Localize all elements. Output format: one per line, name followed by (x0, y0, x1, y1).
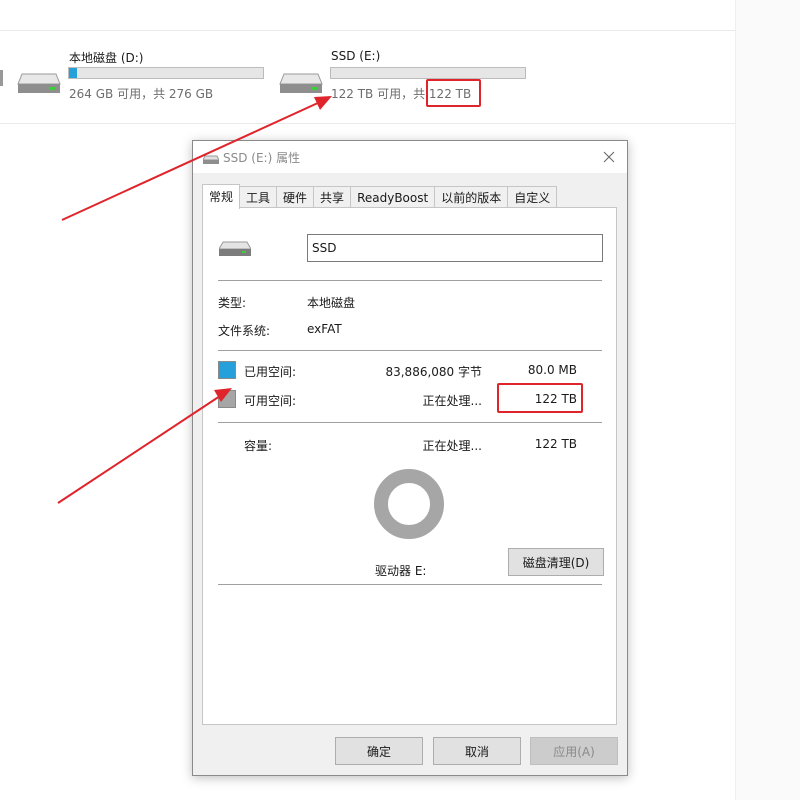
drive-label-input[interactable] (307, 234, 603, 262)
drive-name: 本地磁盘 (D:) (69, 51, 144, 65)
separator (218, 350, 602, 351)
usage-donut-chart (373, 468, 445, 543)
tab-readyboost[interactable]: ReadyBoost (350, 186, 436, 208)
free-space-text: 264 GB 可用，共 276 GB (69, 87, 214, 101)
filesystem-label: 文件系统: (218, 324, 271, 338)
disk-cleanup-button[interactable]: 磁盘清理(D) (508, 548, 604, 576)
window-edge (735, 0, 800, 800)
used-space-bytes: 83,886,080 字节 (385, 365, 482, 379)
separator (218, 280, 602, 281)
type-label: 类型: (218, 296, 247, 310)
free-space-label: 可用空间: (244, 394, 297, 408)
tab-tools[interactable]: 工具 (239, 186, 278, 208)
close-button[interactable] (597, 145, 621, 169)
separator (218, 422, 602, 423)
dialog-title: SSD (E:) 属性 (223, 151, 301, 165)
used-space-label: 已用空间: (244, 365, 297, 379)
type-value: 本地磁盘 (307, 296, 356, 310)
ok-button[interactable]: 确定 (335, 737, 423, 765)
drive-tile-d[interactable]: 本地磁盘 (D:) 264 GB 可用，共 276 GB (16, 48, 276, 104)
drive-tile-e[interactable]: SSD (E:) 122 TB 可用，共 122 TB (278, 48, 538, 104)
tab-strip: 常规 工具 硬件 共享 ReadyBoost 以前的版本 自定义 (202, 184, 558, 209)
filesystem-value: exFAT (307, 322, 342, 336)
used-space-size: 80.0 MB (527, 363, 577, 377)
close-icon (603, 151, 615, 163)
free-space-swatch (218, 390, 236, 408)
drive-icon (202, 151, 220, 170)
capacity-bytes: 正在处理... (422, 439, 482, 453)
capacity-size: 122 TB (534, 437, 577, 451)
capacity-label: 容量: (244, 439, 273, 453)
drive-large-icon (218, 240, 252, 261)
highlight-free-space (497, 383, 583, 413)
free-space-prefix: 122 TB 可用，共 (331, 87, 426, 101)
drive-caption: 驱动器 E: (375, 564, 427, 578)
capacity-bar (68, 67, 264, 79)
hard-drive-icon (16, 66, 62, 100)
cancel-button[interactable]: 取消 (433, 737, 521, 765)
capacity-bar (330, 67, 526, 79)
tab-sharing[interactable]: 共享 (313, 186, 352, 208)
tab-general[interactable]: 常规 (202, 184, 241, 209)
tab-hardware[interactable]: 硬件 (276, 186, 315, 208)
tab-customize[interactable]: 自定义 (507, 186, 558, 208)
free-space-bytes: 正在处理... (422, 394, 482, 408)
properties-dialog: SSD (E:) 属性 常规 工具 硬件 共享 ReadyBoost 以前的版本… (192, 140, 628, 776)
separator (218, 584, 602, 585)
drive-name: SSD (E:) (331, 49, 381, 63)
apply-button[interactable]: 应用(A) (530, 737, 618, 765)
used-space-swatch (218, 361, 236, 379)
tab-previous-versions[interactable]: 以前的版本 (434, 186, 509, 208)
scroll-stub (0, 70, 3, 86)
highlight-total-explorer (426, 79, 481, 107)
title-bar: SSD (E:) 属性 (193, 141, 627, 173)
hard-drive-icon (278, 66, 324, 100)
general-panel: 类型: 本地磁盘 文件系统: exFAT 已用空间: 83,886,080 字节… (202, 207, 617, 725)
